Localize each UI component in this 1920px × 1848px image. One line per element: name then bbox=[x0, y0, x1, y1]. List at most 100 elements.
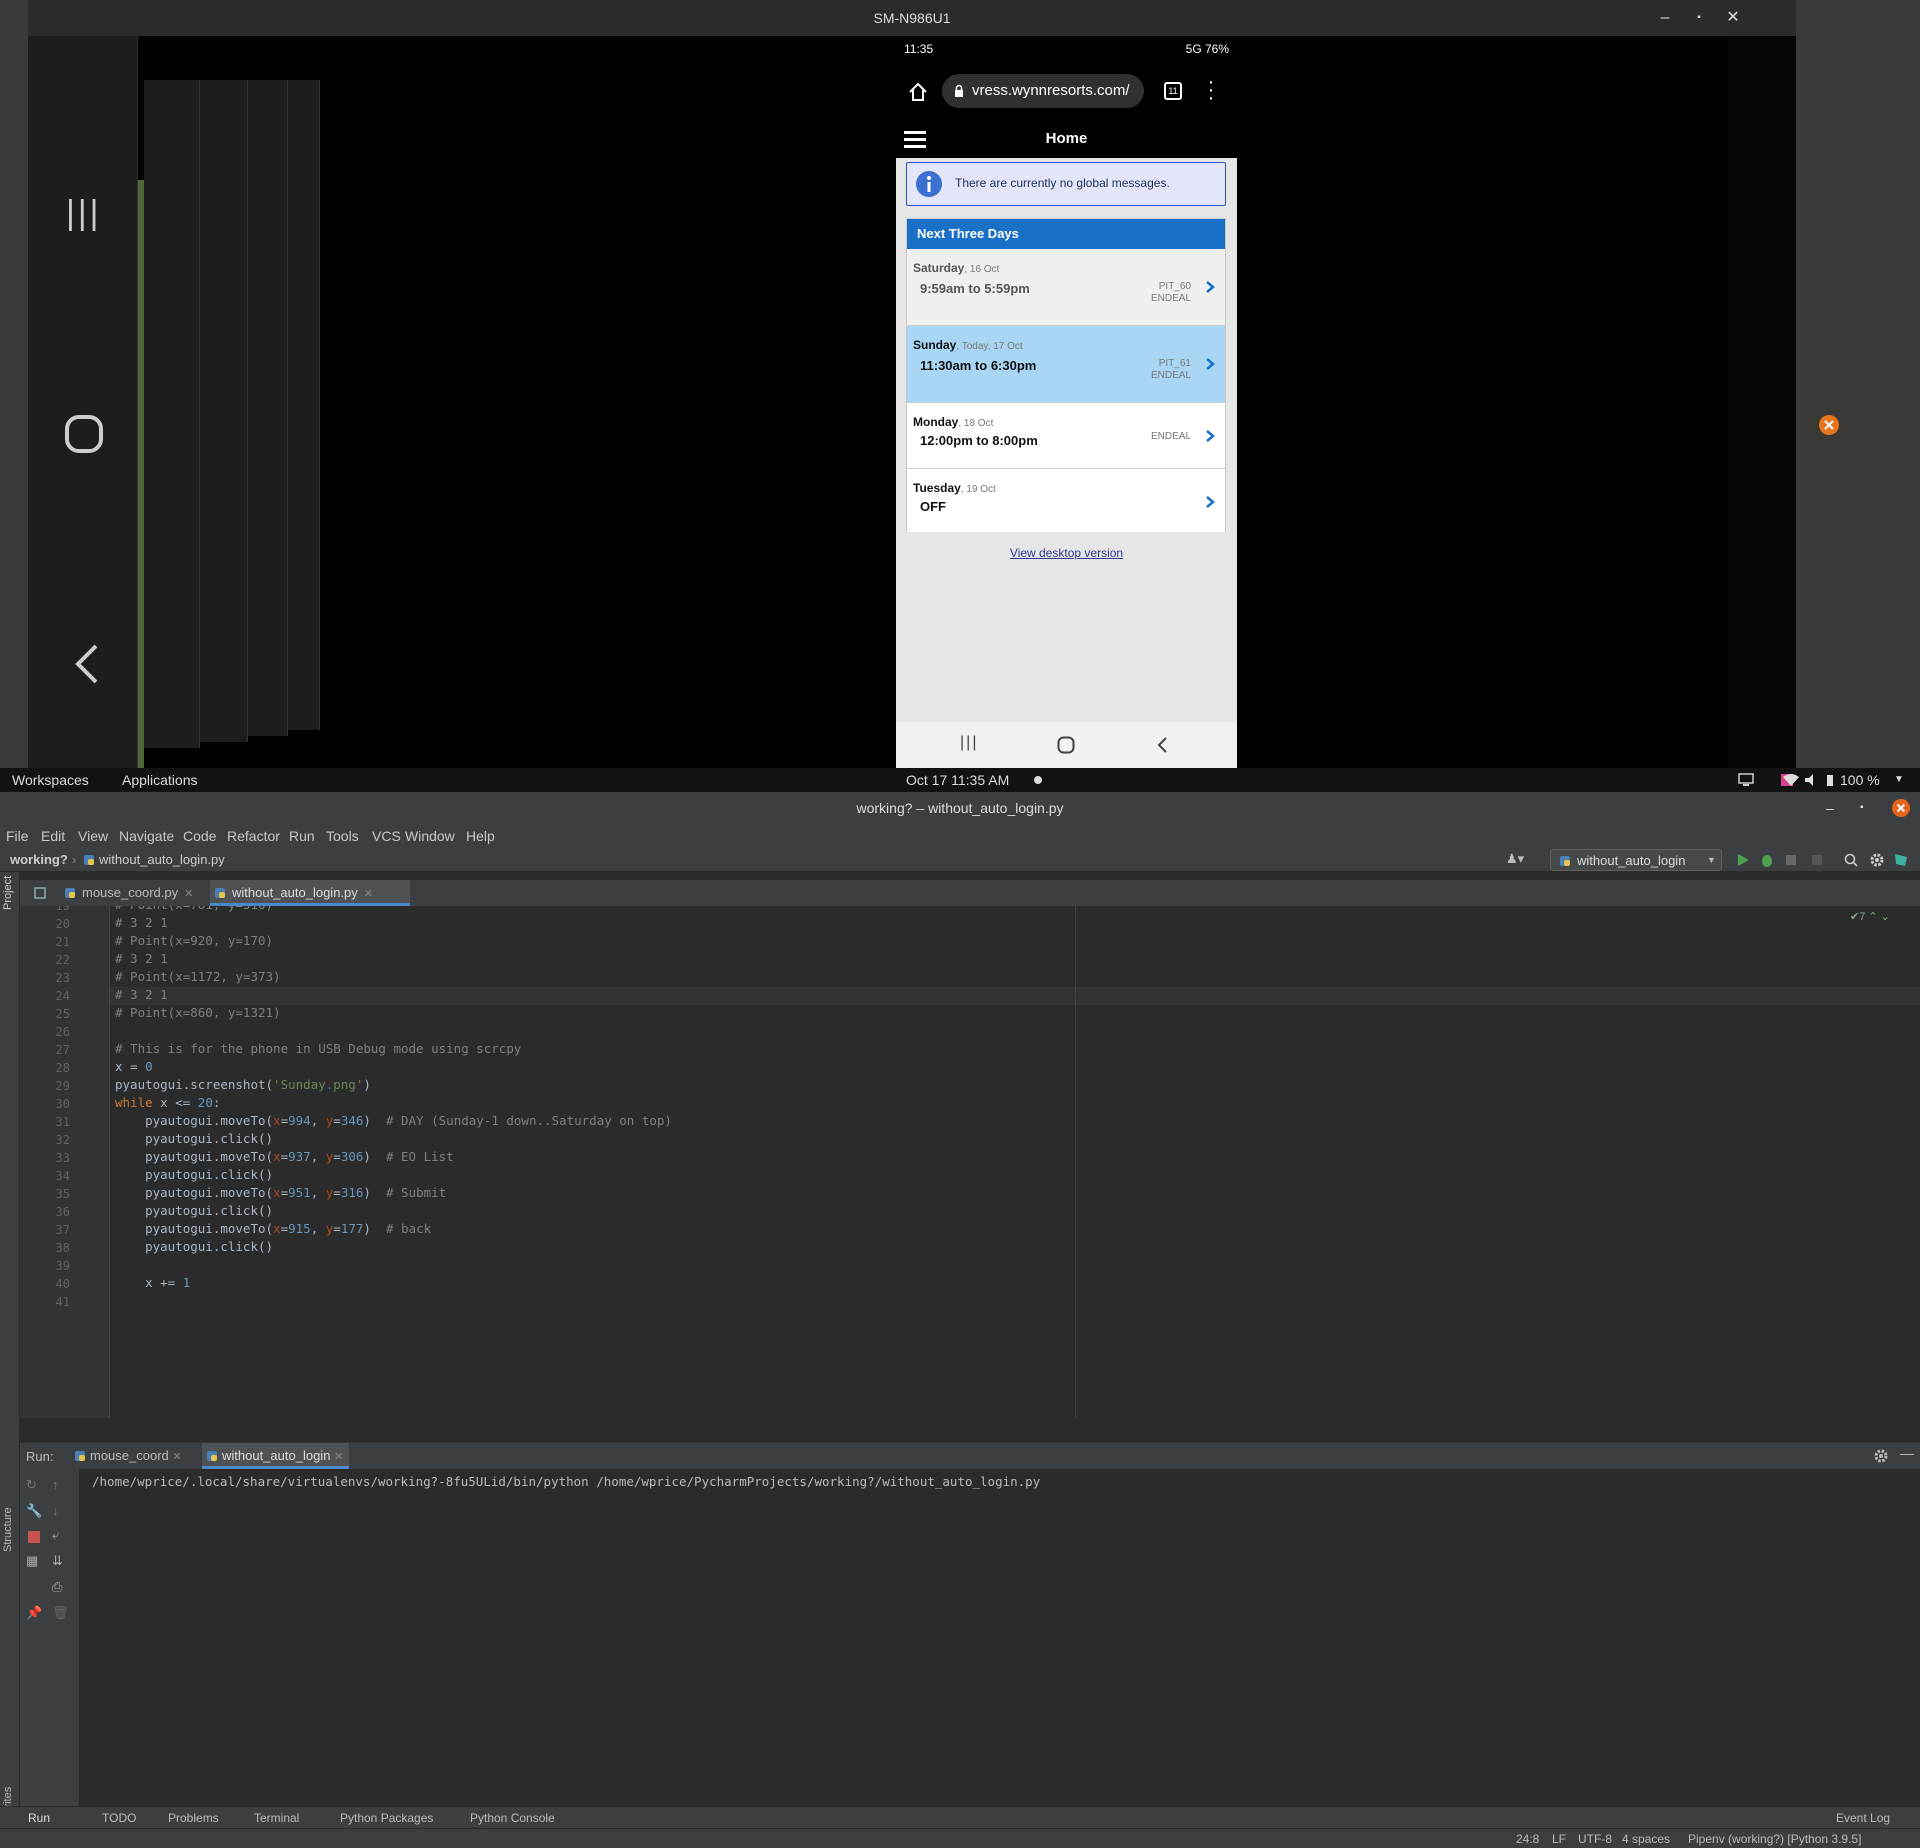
run-icon[interactable] bbox=[1736, 853, 1750, 867]
code-line: pyautogui.click() bbox=[115, 1203, 274, 1218]
menu-code[interactable]: Code bbox=[183, 828, 216, 844]
tool-terminal[interactable]: Terminal bbox=[254, 1811, 299, 1825]
home-icon[interactable] bbox=[908, 82, 928, 102]
gear-icon[interactable] bbox=[1874, 1449, 1888, 1463]
menu-window[interactable]: Window bbox=[405, 828, 455, 844]
menu-edit[interactable]: Edit bbox=[41, 828, 65, 844]
tool-problems[interactable]: Problems bbox=[168, 1811, 219, 1825]
line-separator[interactable]: LF bbox=[1552, 1832, 1566, 1846]
debug-icon[interactable] bbox=[1760, 853, 1774, 867]
trash-icon[interactable]: 🗑 bbox=[52, 1605, 69, 1621]
battery-icon[interactable] bbox=[1826, 773, 1834, 787]
run-tab-mouse-coord[interactable]: mouse_coord ✕ bbox=[70, 1443, 182, 1469]
python-file-icon bbox=[84, 855, 94, 865]
minimize-button[interactable]: – bbox=[1826, 792, 1834, 824]
line-number: 31 bbox=[55, 1115, 70, 1129]
maximize-button[interactable]: ▪ bbox=[1860, 792, 1864, 824]
back-icon[interactable] bbox=[1156, 736, 1168, 754]
recent-files-icon[interactable] bbox=[34, 887, 46, 899]
tab-mouse-coord[interactable]: mouse_coord.py ✕ bbox=[60, 880, 210, 906]
rerun-icon[interactable]: ↻ bbox=[26, 1477, 37, 1493]
python-interpreter[interactable]: Pipenv (working?) [Python 3.9.5] bbox=[1688, 1832, 1861, 1846]
day-row-sunday[interactable]: Sunday, Today, 17 Oct 11:30am to 6:30pm … bbox=[907, 326, 1225, 403]
structure-tool-button[interactable]: Structure bbox=[2, 1507, 14, 1552]
run-config-selector[interactable]: without_auto_login ▼ bbox=[1550, 849, 1722, 871]
menu-vcs[interactable]: VCS bbox=[372, 828, 401, 844]
code-editor[interactable]: 19 # Point(x=781, y=316) 20 # 3 2 1 21 # Po… bbox=[20, 906, 1920, 1418]
close-tab-icon[interactable]: ✕ bbox=[172, 1451, 181, 1463]
project-tool-button[interactable]: Project bbox=[2, 876, 14, 910]
menu-refactor[interactable]: Refactor bbox=[227, 828, 280, 844]
run-tab-without-auto-login[interactable]: without_auto_login ✕ bbox=[202, 1443, 350, 1469]
minimize-button[interactable]: – bbox=[1648, 0, 1682, 36]
day-row-saturday[interactable]: Saturday, 16 Oct 9:59am to 5:59pm PIT_60… bbox=[907, 249, 1225, 326]
menu-tools[interactable]: Tools bbox=[326, 828, 359, 844]
wrench-icon[interactable]: 🔧 bbox=[26, 1503, 42, 1519]
line-number: 30 bbox=[55, 1097, 70, 1111]
scroll-down-icon[interactable]: ↓ bbox=[52, 1503, 59, 1518]
overflow-menu-icon[interactable]: · · · bbox=[1206, 72, 1216, 108]
close-button[interactable] bbox=[1892, 799, 1910, 817]
close-badge-icon[interactable] bbox=[1818, 414, 1840, 436]
tool-todo[interactable]: TODO bbox=[102, 1811, 136, 1825]
coverage-icon[interactable] bbox=[1784, 853, 1798, 867]
close-button[interactable]: ✕ bbox=[1716, 0, 1750, 36]
pin-icon[interactable]: 📌 bbox=[26, 1605, 42, 1621]
scroll-up-icon[interactable]: ↑ bbox=[52, 1477, 59, 1492]
file-encoding[interactable]: UTF-8 bbox=[1578, 1832, 1612, 1846]
stop-icon[interactable] bbox=[28, 1531, 40, 1543]
applications-menu[interactable]: Applications bbox=[122, 772, 198, 788]
hamburger-menu-icon[interactable] bbox=[904, 130, 926, 150]
inspection-widget[interactable]: ✔7 ⌃ ⌄ bbox=[1850, 910, 1890, 923]
caret-position[interactable]: 24:8 bbox=[1516, 1832, 1539, 1846]
print-icon[interactable]: ⎙ bbox=[52, 1579, 62, 1595]
menu-bar: File Edit View Navigate Code Refactor Ru… bbox=[0, 824, 1920, 848]
stop-icon[interactable] bbox=[1810, 853, 1824, 867]
menu-navigate[interactable]: Navigate bbox=[119, 828, 174, 844]
display-icon[interactable] bbox=[1738, 773, 1754, 787]
system-menu-caret-icon[interactable]: ▼ bbox=[1894, 774, 1904, 785]
toolbox-icon[interactable] bbox=[1894, 853, 1908, 867]
wifi-icon[interactable] bbox=[1782, 773, 1800, 787]
clock[interactable]: Oct 17 11:35 AM bbox=[906, 772, 1009, 788]
shift-time: 12:00pm to 8:00pm bbox=[920, 433, 1038, 448]
gear-icon[interactable] bbox=[1870, 853, 1884, 867]
close-tab-icon[interactable]: ✕ bbox=[334, 1451, 343, 1463]
event-log[interactable]: Event Log bbox=[1836, 1811, 1890, 1825]
tab-count-button[interactable]: 11 bbox=[1164, 82, 1182, 100]
recents-icon[interactable]: ||| bbox=[960, 734, 978, 752]
menu-run[interactable]: Run bbox=[289, 828, 315, 844]
code-line: # 3 2 1 bbox=[115, 987, 168, 1002]
close-tab-icon[interactable]: ✕ bbox=[364, 888, 373, 900]
search-icon[interactable] bbox=[1844, 853, 1858, 867]
menu-view[interactable]: View bbox=[78, 828, 108, 844]
breadcrumb-file[interactable]: without_auto_login.py bbox=[99, 852, 225, 867]
workspaces-menu[interactable]: Workspaces bbox=[12, 772, 89, 788]
soft-wrap-icon[interactable]: ⤶ bbox=[52, 1527, 59, 1543]
tool-python-console[interactable]: Python Console bbox=[470, 1811, 555, 1825]
url-field[interactable]: vress.wynnresorts.com/ bbox=[942, 74, 1144, 108]
panel-header: Next Three Days bbox=[907, 219, 1225, 249]
desktop-background bbox=[1796, 0, 1920, 768]
day-row-monday[interactable]: Monday, 18 Oct 12:00pm to 8:00pm ENDEAL bbox=[907, 403, 1225, 469]
tab-without-auto-login[interactable]: without_auto_login.py ✕ bbox=[210, 880, 410, 906]
menu-help[interactable]: Help bbox=[466, 828, 495, 844]
scroll-to-end-icon[interactable]: ⇊ bbox=[52, 1553, 63, 1569]
indent-setting[interactable]: 4 spaces bbox=[1622, 1832, 1670, 1846]
layout-icon[interactable]: ▦ bbox=[26, 1553, 38, 1569]
view-desktop-link[interactable]: View desktop version bbox=[896, 546, 1237, 560]
tool-python-packages[interactable]: Python Packages bbox=[340, 1811, 433, 1825]
home-icon[interactable] bbox=[1057, 736, 1075, 754]
run-tab-label: without_auto_login bbox=[222, 1448, 331, 1463]
tool-run[interactable]: Run bbox=[28, 1811, 50, 1825]
vcs-user-icon[interactable]: ♟▾ bbox=[1506, 851, 1524, 867]
volume-icon[interactable] bbox=[1804, 773, 1820, 787]
hide-icon[interactable]: — bbox=[1900, 1445, 1914, 1461]
menu-file[interactable]: File bbox=[6, 828, 29, 844]
close-tab-icon[interactable]: ✕ bbox=[184, 888, 193, 900]
code-line: # Point(x=1172, y=373) bbox=[115, 969, 281, 984]
breadcrumb-project[interactable]: working? bbox=[10, 852, 68, 867]
day-row-tuesday[interactable]: Tuesday, 19 Oct OFF bbox=[907, 469, 1225, 532]
run-console-output[interactable]: /home/wprice/.local/share/virtualenvs/wo… bbox=[92, 1474, 1040, 1489]
maximize-button[interactable]: ▪ bbox=[1682, 0, 1716, 36]
